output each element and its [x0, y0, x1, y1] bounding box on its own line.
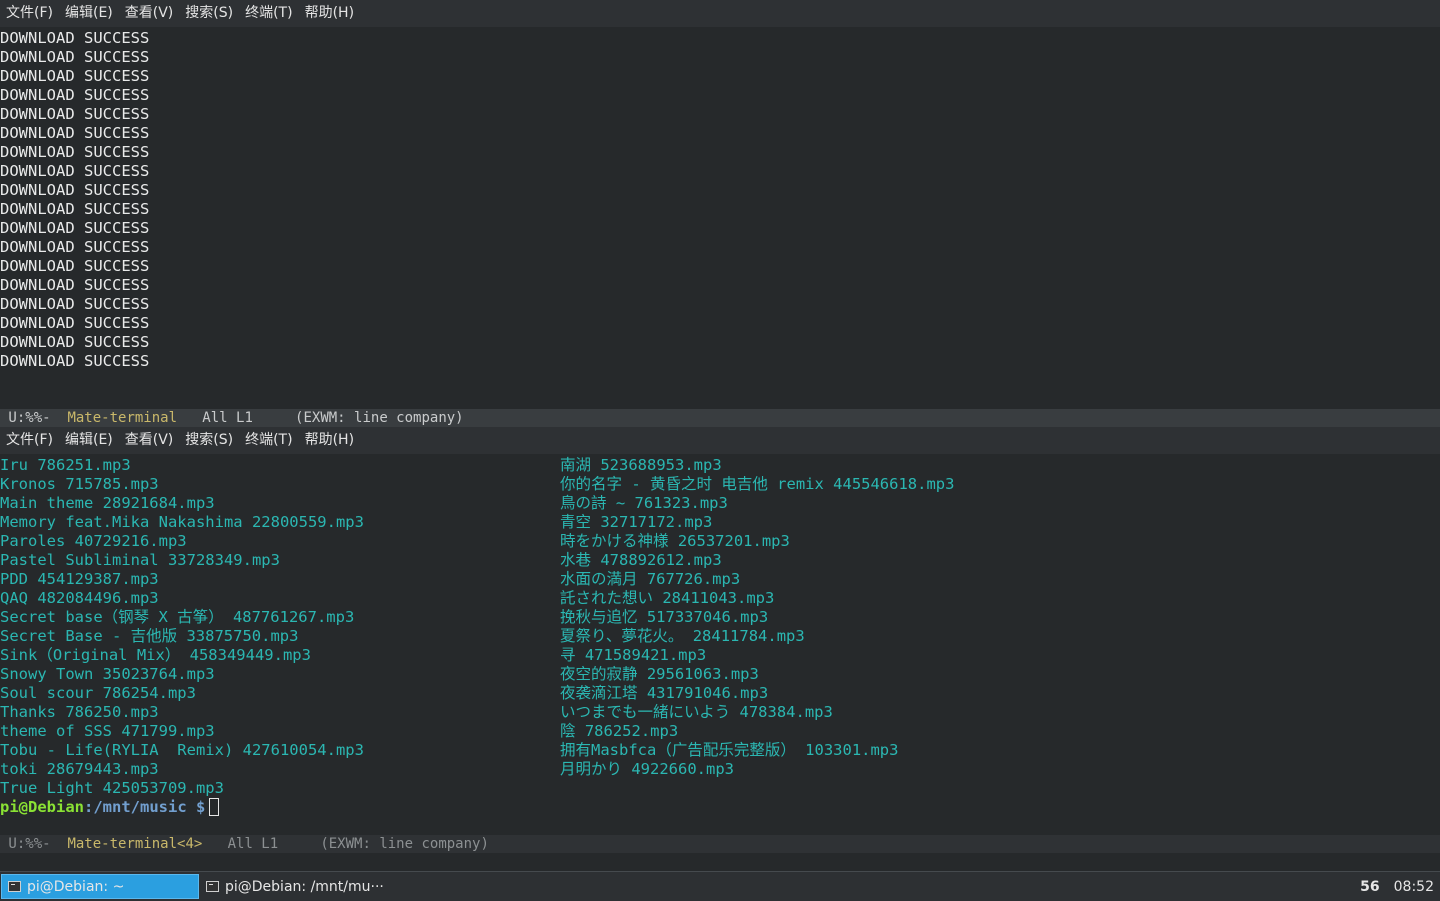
- output-line: DOWNLOAD SUCCESS: [0, 219, 150, 237]
- file-list-item: Tobu - Life(RYLIA Remix) 427610054.mp3: [0, 741, 364, 759]
- menu-help[interactable]: 帮助(H): [299, 0, 360, 27]
- bottom-menubar: 文件(F) 编辑(E) 查看(V) 搜索(S) 终端(T) 帮助(H): [0, 427, 1440, 454]
- system-tray: 56 08:52: [1360, 872, 1440, 901]
- modeline-mode: (EXWM: line company): [295, 410, 464, 426]
- menu-search[interactable]: 搜索(S): [179, 427, 239, 454]
- file-list-left: Iru 786251.mp3 Kronos 715785.mp3 Main them…: [0, 456, 560, 798]
- bottom-terminal-output[interactable]: Iru 786251.mp3 Kronos 715785.mp3 Main them…: [0, 454, 1440, 835]
- file-list-item: 鳥の詩 ~ 761323.mp3: [560, 494, 728, 512]
- file-list-item: 南湖 523688953.mp3: [560, 456, 722, 474]
- output-line: DOWNLOAD SUCCESS: [0, 314, 150, 332]
- modeline-state: U:%%-: [0, 410, 68, 426]
- file-list-item: 水巷 478892612.mp3: [560, 551, 722, 569]
- menu-edit[interactable]: 编辑(E): [59, 0, 119, 27]
- file-list-item: Iru 786251.mp3: [0, 456, 131, 474]
- file-list-item: 青空 32717172.mp3: [560, 513, 713, 531]
- file-list-item: 水面の満月 767726.mp3: [560, 570, 741, 588]
- file-list-item: 夜空的寂静 29561063.mp3: [560, 665, 759, 683]
- shell-prompt[interactable]: pi@Debian:/mnt/music $: [0, 798, 1440, 817]
- file-list-item: theme of SSS 471799.mp3: [0, 722, 215, 740]
- terminal-icon: [8, 881, 21, 892]
- modeline-mode: (EXWM: line company): [320, 836, 489, 852]
- menu-edit[interactable]: 编辑(E): [59, 427, 119, 454]
- output-line: DOWNLOAD SUCCESS: [0, 238, 150, 256]
- file-list-item: 託された想い 28411043.mp3: [560, 589, 775, 607]
- output-line: DOWNLOAD SUCCESS: [0, 276, 150, 294]
- menu-view[interactable]: 查看(V): [119, 0, 180, 27]
- file-list-item: 夏祭り、夢花火。 28411784.mp3: [560, 627, 805, 645]
- file-list-item: Soul scour 786254.mp3: [0, 684, 196, 702]
- top-modeline: U:%%- Mate-terminal All L1 (EXWM: line c…: [0, 409, 1440, 427]
- top-terminal-output[interactable]: DOWNLOAD SUCCESS DOWNLOAD SUCCESS DOWNLOAD…: [0, 27, 1440, 409]
- file-list-item: Secret base（钢琴 X 古筝） 487761267.mp3: [0, 608, 355, 626]
- file-list-item: 寻 471589421.mp3: [560, 646, 707, 664]
- file-list-item: 夜袭滴江塔 431791046.mp3: [560, 684, 769, 702]
- output-line: DOWNLOAD SUCCESS: [0, 181, 150, 199]
- output-line: DOWNLOAD SUCCESS: [0, 105, 150, 123]
- file-list-item: Snowy Town 35023764.mp3: [0, 665, 215, 683]
- menu-view[interactable]: 查看(V): [119, 427, 180, 454]
- output-line: DOWNLOAD SUCCESS: [0, 333, 150, 351]
- menu-terminal[interactable]: 终端(T): [239, 0, 298, 27]
- modeline-position: All L1: [177, 410, 296, 426]
- file-list-item: Main theme 28921684.mp3: [0, 494, 215, 512]
- tray-indicator[interactable]: 56: [1360, 879, 1379, 895]
- output-line: DOWNLOAD SUCCESS: [0, 143, 150, 161]
- file-list-item: 月明かり 4922660.mp3: [560, 760, 734, 778]
- minibuffer[interactable]: [0, 853, 1440, 871]
- output-line: DOWNLOAD SUCCESS: [0, 352, 150, 370]
- file-list-item: Thanks 786250.mp3: [0, 703, 159, 721]
- task-terminal-home[interactable]: pi@Debian: ~: [1, 874, 199, 899]
- menu-terminal[interactable]: 终端(T): [239, 427, 298, 454]
- modeline-buffer-name: Mate-terminal: [67, 410, 178, 426]
- text-cursor: [209, 798, 220, 816]
- output-line: DOWNLOAD SUCCESS: [0, 257, 150, 275]
- menu-file[interactable]: 文件(F): [0, 0, 59, 27]
- file-list-item: Memory feat.Mika Nakashima 22800559.mp3: [0, 513, 364, 531]
- taskbar: pi@Debian: ~ pi@Debian: /mnt/mu··· 56 08…: [0, 871, 1440, 901]
- menu-search[interactable]: 搜索(S): [179, 0, 239, 27]
- output-line: DOWNLOAD SUCCESS: [0, 162, 150, 180]
- file-list-item: QAQ 482084496.mp3: [0, 589, 159, 607]
- file-list-item: Pastel Subliminal 33728349.mp3: [0, 551, 280, 569]
- task-label: pi@Debian: ~: [27, 878, 125, 895]
- file-list-item: 挽秋与追忆 517337046.mp3: [560, 608, 769, 626]
- output-line: DOWNLOAD SUCCESS: [0, 29, 150, 47]
- file-list-item: Secret Base - 吉他版 33875750.mp3: [0, 627, 299, 645]
- file-list-item: toki 28679443.mp3: [0, 760, 159, 778]
- file-list-item: True Light 425053709.mp3: [0, 779, 224, 797]
- modeline-position: All L1: [202, 836, 321, 852]
- clock[interactable]: 08:52: [1394, 879, 1434, 895]
- file-list-item: Sink（Original Mix） 458349449.mp3: [0, 646, 311, 664]
- file-list-item: PDD 454129387.mp3: [0, 570, 159, 588]
- output-line: DOWNLOAD SUCCESS: [0, 48, 150, 66]
- menu-help[interactable]: 帮助(H): [299, 427, 360, 454]
- prompt-path: :/mnt/music: [84, 798, 187, 816]
- terminal-icon: [206, 881, 219, 892]
- file-list-item: 你的名字 - 黄昏之时 电吉他 remix 445546618.mp3: [560, 475, 955, 493]
- modeline-state: U:%%-: [0, 836, 68, 852]
- output-line: DOWNLOAD SUCCESS: [0, 200, 150, 218]
- menu-file[interactable]: 文件(F): [0, 427, 59, 454]
- prompt-symbol: $: [186, 798, 206, 816]
- prompt-user: pi@Debian: [0, 798, 84, 816]
- output-line: DOWNLOAD SUCCESS: [0, 86, 150, 104]
- file-list-right: 南湖 523688953.mp3 你的名字 - 黄昏之时 电吉他 remix 44…: [560, 456, 1120, 798]
- file-list-item: 時をかける神様 26537201.mp3: [560, 532, 790, 550]
- file-list-item: 拥有Masbfca（广告配乐完整版） 103301.mp3: [560, 741, 899, 759]
- modeline-buffer-name: Mate-terminal<4>: [67, 836, 203, 852]
- task-terminal-music[interactable]: pi@Debian: /mnt/mu···: [200, 874, 400, 899]
- output-line: DOWNLOAD SUCCESS: [0, 295, 150, 313]
- bottom-modeline: U:%%- Mate-terminal<4> All L1 (EXWM: lin…: [0, 835, 1440, 853]
- top-menubar: 文件(F) 编辑(E) 查看(V) 搜索(S) 终端(T) 帮助(H): [0, 0, 1440, 27]
- file-list-item: Kronos 715785.mp3: [0, 475, 159, 493]
- file-list-item: いつまでも一緒にいよう 478384.mp3: [560, 703, 833, 721]
- file-list-item: Paroles 40729216.mp3: [0, 532, 187, 550]
- file-list-item: 陰 786252.mp3: [560, 722, 679, 740]
- output-line: DOWNLOAD SUCCESS: [0, 67, 150, 85]
- task-label: pi@Debian: /mnt/mu···: [225, 878, 384, 895]
- output-line: DOWNLOAD SUCCESS: [0, 124, 150, 142]
